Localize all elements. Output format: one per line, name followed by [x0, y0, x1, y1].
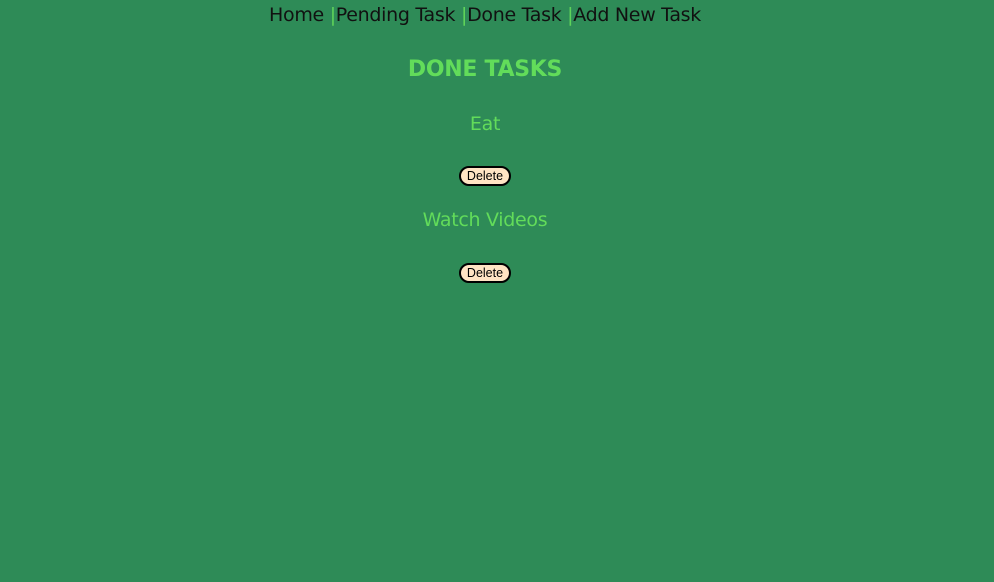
- page-title: DONE TASKS: [407, 57, 563, 82]
- nav-pending-task[interactable]: Pending Task: [336, 4, 456, 26]
- top-nav: Home |Pending Task |Done Task |Add New T…: [0, 4, 970, 26]
- task-title: Eat: [469, 113, 501, 135]
- nav-add-new-task[interactable]: Add New Task: [573, 4, 701, 26]
- nav-home[interactable]: Home: [269, 4, 324, 26]
- delete-button[interactable]: Delete: [458, 166, 512, 186]
- nav-done-task[interactable]: Done Task: [467, 4, 562, 26]
- delete-button[interactable]: Delete: [458, 263, 512, 283]
- task-title: Watch Videos: [422, 209, 548, 231]
